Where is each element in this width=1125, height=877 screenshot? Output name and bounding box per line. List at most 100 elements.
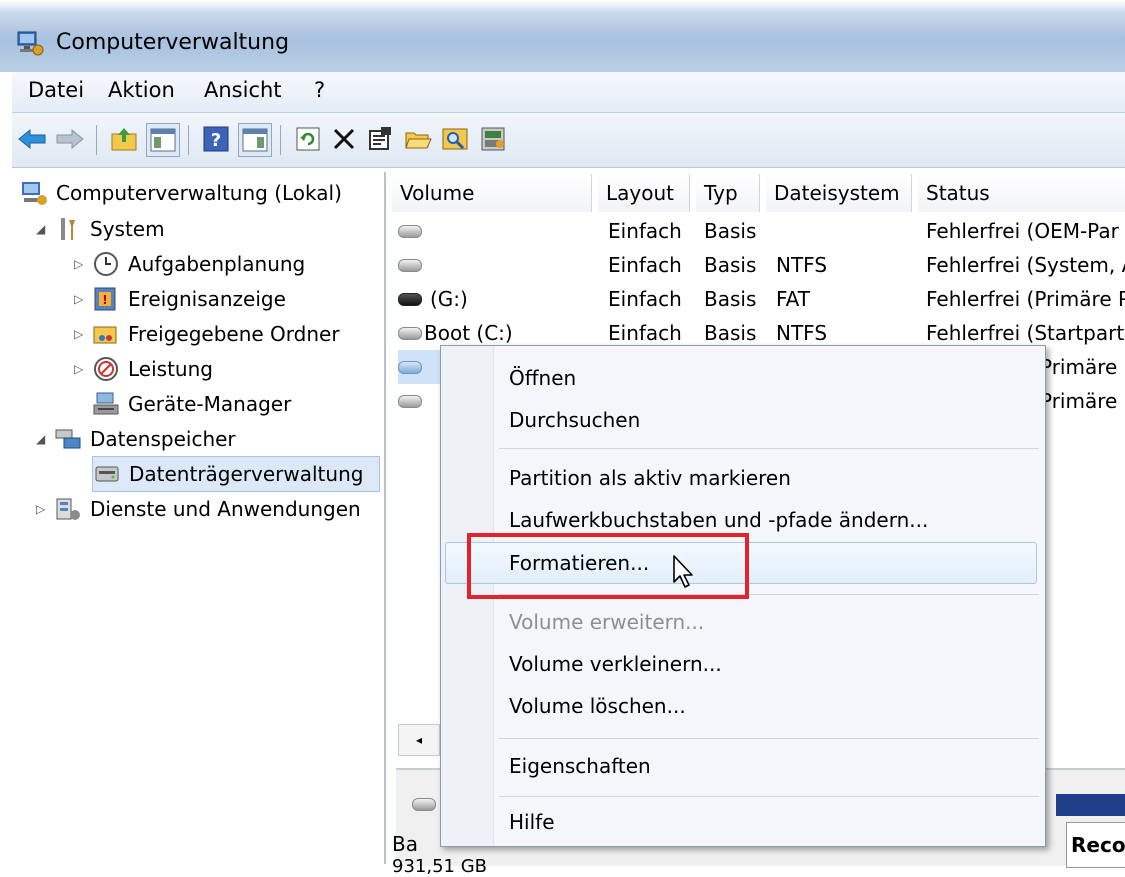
tree-label: Computerverwaltung (Lokal) — [56, 181, 342, 205]
expand-arrow-icon[interactable]: ▷ — [74, 292, 92, 306]
tree-label: Freigegebene Ordner — [128, 322, 340, 346]
disk-icon — [398, 258, 422, 272]
toolbar-separator — [188, 125, 189, 155]
collapse-arrow-icon[interactable]: ◢ — [36, 432, 54, 446]
menu-item-shrink-volume[interactable]: Volume verkleinern... — [509, 652, 722, 676]
help-icon[interactable]: ? — [200, 123, 232, 155]
column-header-status[interactable]: Status — [918, 174, 1125, 212]
partition-bar — [1056, 794, 1125, 816]
menu-datei[interactable]: Datei — [28, 78, 84, 102]
column-header-dateisystem[interactable]: Dateisystem — [766, 174, 912, 212]
row-typ: Basis — [704, 219, 757, 243]
properties-icon[interactable] — [364, 123, 396, 155]
tree-item-freigegebene-ordner[interactable]: ▷ Freigegebene Ordner — [74, 317, 340, 351]
removable-disk-icon — [398, 292, 422, 306]
performance-icon — [94, 357, 118, 381]
tree-item-geraete-manager[interactable]: Geräte-Manager — [92, 387, 291, 421]
expand-arrow-icon[interactable]: ▷ — [74, 362, 92, 376]
toolbar-separator — [96, 125, 97, 155]
tree-label: System — [90, 217, 165, 241]
tree-label: Datenspeicher — [90, 427, 236, 451]
highlight-annotation-box — [467, 533, 749, 599]
show-hide-tree-icon[interactable] — [146, 123, 180, 157]
forward-arrow-icon[interactable] — [54, 123, 86, 155]
menu-bar: Datei Aktion Ansicht ? — [12, 72, 1125, 113]
delete-icon[interactable] — [328, 123, 360, 155]
menu-item-mark-active[interactable]: Partition als aktiv markieren — [509, 466, 791, 490]
row-status: Primäre P — [1040, 389, 1125, 413]
row-status: Primäre P — [1040, 355, 1125, 379]
disk-icon — [398, 224, 422, 238]
tools-icon — [61, 218, 75, 240]
expand-arrow-icon[interactable]: ▷ — [74, 327, 92, 341]
column-header-typ[interactable]: Typ — [696, 174, 760, 212]
tree-label: Aufgabenplanung — [128, 252, 306, 276]
row-layout: Einfach — [608, 219, 682, 243]
tree-label: Datenträgerverwaltung — [129, 462, 364, 486]
menu-item-extend-volume: Volume erweitern... — [509, 610, 705, 634]
svg-text:?: ? — [211, 130, 221, 151]
tree-label: Ereignisanzeige — [128, 287, 286, 311]
scroll-left-button[interactable]: ◂ — [398, 724, 440, 756]
volume-row[interactable] — [398, 248, 422, 282]
expand-arrow-icon[interactable]: ▷ — [36, 502, 54, 516]
disk-icon — [398, 394, 422, 408]
disk-management-icon — [95, 466, 119, 482]
back-arrow-icon[interactable] — [16, 123, 48, 155]
tree-label: Geräte-Manager — [128, 392, 292, 416]
tree-item-datenspeicher[interactable]: ◢ Datenspeicher — [36, 422, 236, 456]
shared-folder-icon — [93, 326, 117, 344]
menu-item-properties[interactable]: Eigenschaften — [509, 754, 651, 778]
tree-item-root[interactable]: Computerverwaltung (Lokal) — [20, 176, 342, 210]
navigation-tree: Computerverwaltung (Lokal) ◢ System ▷ Au… — [14, 172, 386, 864]
menu-item-help[interactable]: Hilfe — [509, 810, 555, 834]
disk-icon — [412, 798, 436, 811]
column-header-volume[interactable]: Volume — [392, 174, 592, 212]
menu-help[interactable]: ? — [314, 78, 325, 102]
disk-icon — [398, 360, 422, 374]
row-volume: (G:) — [430, 287, 468, 311]
row-fs: NTFS — [776, 253, 828, 277]
refresh-icon[interactable] — [292, 123, 324, 155]
tree-item-system[interactable]: ◢ System — [36, 212, 165, 246]
menu-ansicht[interactable]: Ansicht — [204, 78, 282, 102]
services-icon — [56, 498, 80, 520]
mouse-cursor-icon — [673, 555, 693, 588]
row-fs: FAT — [776, 287, 811, 311]
device-manager-icon — [93, 392, 119, 415]
menu-item-change-drive-letter[interactable]: Laufwerkbuchstaben und -pfade ändern... — [509, 508, 928, 532]
toolbar-separator — [280, 125, 281, 155]
row-typ: Basis — [704, 253, 757, 277]
disk-label: Ba — [392, 832, 418, 856]
menu-item-browse[interactable]: Durchsuchen — [509, 408, 640, 432]
volume-row[interactable] — [398, 214, 422, 248]
tree-item-ereignisanzeige[interactable]: ▷ ! Ereignisanzeige — [74, 282, 286, 316]
storage-icon — [55, 429, 81, 449]
up-folder-icon[interactable] — [108, 123, 140, 155]
menu-item-delete-volume[interactable]: Volume löschen... — [509, 694, 686, 718]
menu-aktion[interactable]: Aktion — [108, 78, 175, 102]
show-hide-action-icon[interactable] — [238, 123, 272, 157]
row-status: Fehlerfrei (System, A — [926, 253, 1125, 277]
tree-item-dienste[interactable]: ▷ Dienste und Anwendungen — [36, 492, 361, 526]
window-titlebar: Computerverwaltung — [0, 0, 1125, 72]
computer-management-icon — [22, 182, 47, 205]
expand-arrow-icon[interactable]: ▷ — [74, 257, 92, 271]
tree-label: Dienste und Anwendungen — [90, 497, 361, 521]
column-header-layout[interactable]: Layout — [598, 174, 690, 212]
collapse-arrow-icon[interactable]: ◢ — [36, 222, 54, 236]
svg-text:!: ! — [102, 293, 107, 307]
volume-row[interactable]: (G:) — [398, 282, 468, 316]
menu-separator — [499, 448, 1039, 449]
menu-item-open[interactable]: Öffnen — [509, 366, 576, 390]
tree-item-datentraegerverwaltung[interactable]: Datenträgerverwaltung — [92, 456, 380, 492]
window-title: Computerverwaltung — [56, 30, 290, 55]
search-icon[interactable] — [440, 123, 472, 155]
open-icon[interactable] — [402, 123, 434, 155]
settings-icon[interactable] — [478, 123, 510, 155]
partition-recovery[interactable]: Reco — [1066, 822, 1125, 868]
volume-row[interactable] — [398, 384, 422, 418]
tree-item-leistung[interactable]: ▷ Leistung — [74, 352, 213, 386]
row-status: Fehlerfrei (Primäre P — [926, 287, 1125, 311]
tree-item-aufgabenplanung[interactable]: ▷ Aufgabenplanung — [74, 247, 305, 281]
